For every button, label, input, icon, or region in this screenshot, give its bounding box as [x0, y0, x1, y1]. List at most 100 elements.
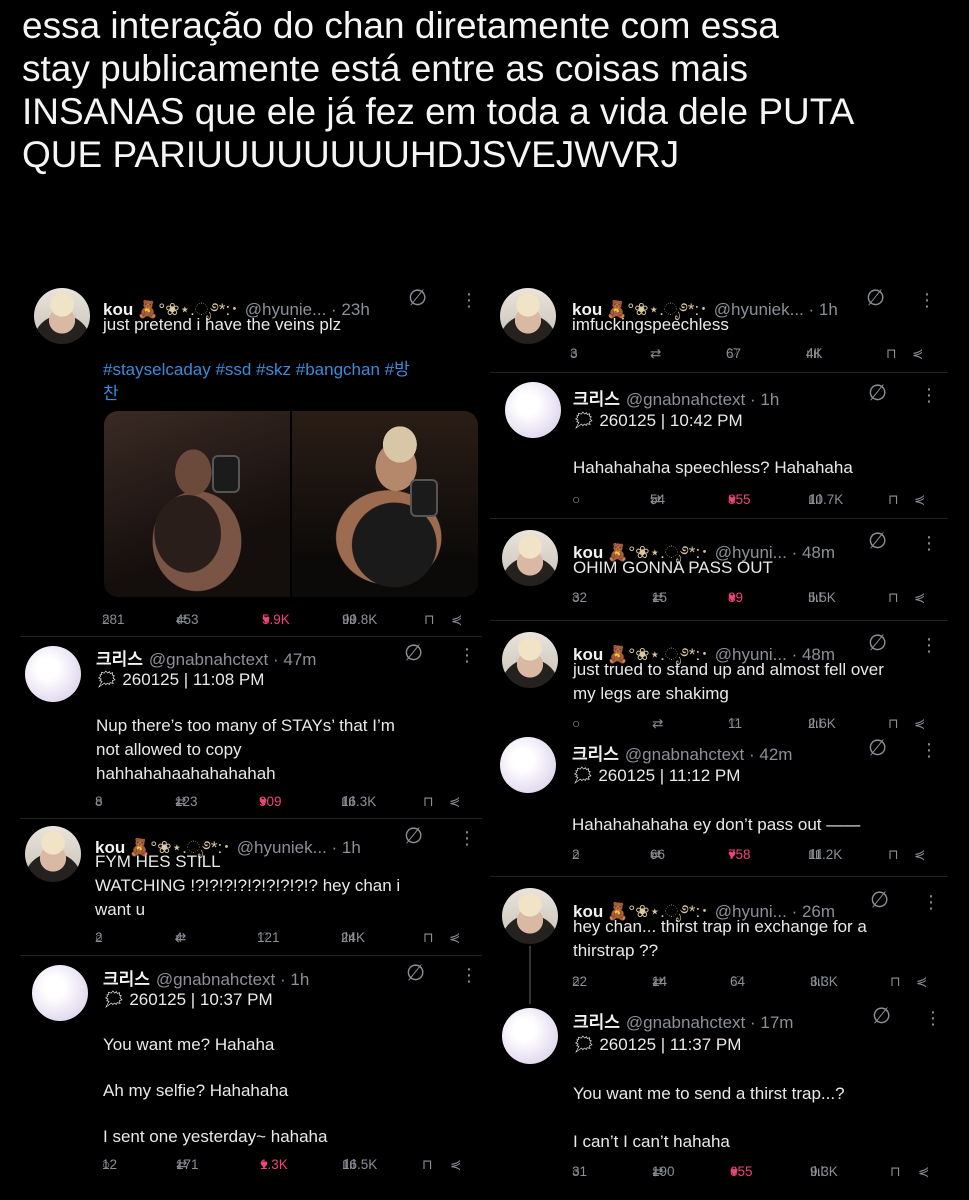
tweet-header: 크리스 @gnabnahctext · 17m	[573, 1008, 793, 1033]
bookmark-icon[interactable]: ⊓	[888, 847, 899, 863]
tweet-text-line: just trued to stand up and almost fell o…	[573, 660, 884, 679]
avatar[interactable]	[500, 737, 556, 793]
phone-shape	[410, 479, 438, 517]
retweet-icon[interactable]: ⇄	[652, 716, 663, 732]
more-icon[interactable]: ⋮	[460, 291, 478, 309]
more-icon[interactable]: ⋮	[920, 636, 938, 654]
speech-bubble-icon: 🗯	[103, 990, 125, 1009]
more-icon[interactable]: ⋮	[922, 893, 940, 911]
bookmark-icon[interactable]: ⊓	[424, 612, 435, 628]
no-follow-icon: ∅	[868, 735, 888, 760]
no-follow-icon: ∅	[866, 285, 886, 310]
reply-icon[interactable]: ○	[572, 716, 580, 731]
selfie-image-left[interactable]	[104, 411, 290, 597]
bookmark-icon[interactable]: ⊓	[890, 974, 901, 990]
more-icon[interactable]: ⋮	[918, 291, 936, 309]
share-icon[interactable]: ⋞	[451, 612, 462, 628]
tweet-date: 🗯 260125 | 11:12 PM	[572, 766, 741, 785]
timestamp[interactable]: · 48m	[792, 543, 835, 562]
no-follow-icon: ∅	[404, 823, 424, 848]
tweet-header: 크리스 @gnabnahctext · 42m	[572, 740, 792, 765]
tweet-header: 크리스 @gnabnahctext · 47m	[96, 645, 316, 670]
avatar[interactable]	[25, 826, 81, 882]
avatar[interactable]	[502, 530, 558, 586]
handle[interactable]: @gnabnahctext · 47m	[149, 650, 317, 669]
tweet-text-line: thirstrap ??	[573, 941, 659, 960]
handle[interactable]: @gnabnahctext · 42m	[625, 745, 793, 764]
action-bar: ○ ⇄ 54 ♥ 855 ılıl 10.7K ⊓ ⋞	[572, 492, 926, 508]
bookmark-icon[interactable]: ⊓	[890, 1164, 901, 1180]
tweet-text-line: Ah my selfie? Hahahaha	[103, 1081, 289, 1100]
hashtag-line[interactable]: 찬	[103, 382, 410, 406]
share-icon[interactable]: ⋞	[914, 590, 925, 606]
avatar[interactable]	[505, 382, 561, 438]
display-name[interactable]: 크리스	[103, 970, 150, 989]
handle[interactable]: @gnabnahctext · 1h	[626, 390, 779, 409]
share-icon[interactable]: ⋞	[449, 930, 460, 946]
bookmark-icon[interactable]: ⊓	[888, 492, 899, 508]
tweet-text-line: hey chan... thirst trap in exchange for …	[573, 917, 867, 936]
hashtags[interactable]: #stayselcaday #ssd #skz #bangchan #방 찬	[103, 358, 410, 406]
action-bar: ○ ⇄ ♡ 11 ılıl 2.6K ⊓ ⋞	[572, 716, 926, 732]
more-icon[interactable]: ⋮	[460, 966, 478, 984]
tweet-text-line: Hahahahaha speechless? Hahahaha	[573, 458, 853, 477]
selfie-image-right[interactable]	[292, 411, 478, 597]
more-icon[interactable]: ⋮	[458, 646, 476, 664]
bookmark-icon[interactable]: ⊓	[888, 590, 899, 606]
share-icon[interactable]: ⋞	[918, 1164, 929, 1180]
avatar[interactable]	[500, 288, 556, 344]
action-bar: ○ 3 ⇄ ♡ 67 ılıl 4K ⊓ ⋞	[570, 346, 924, 362]
speech-bubble-icon: 🗯	[573, 411, 595, 430]
tweet-header: 크리스 @gnabnahctext · 1h	[103, 965, 309, 990]
action-bar: ○ 12 ⇄ 171 ♥ 1.3K ılıl 16.5K ⊓ ⋞	[102, 1157, 462, 1173]
hashtag-line[interactable]: #stayselcaday #ssd #skz #bangchan #방	[103, 358, 410, 382]
display-name[interactable]: 크리스	[573, 390, 620, 409]
bookmark-icon[interactable]: ⊓	[886, 346, 897, 362]
share-icon[interactable]: ⋞	[912, 346, 923, 362]
avatar[interactable]	[34, 288, 90, 344]
bookmark-icon[interactable]: ⊓	[422, 1157, 433, 1173]
display-name[interactable]: 크리스	[572, 745, 619, 764]
tweet-text-line: hahhahahaahahahahah	[96, 764, 276, 783]
share-icon[interactable]: ⋞	[449, 794, 460, 810]
handle[interactable]: @gnabnahctext · 1h	[156, 970, 309, 989]
more-icon[interactable]: ⋮	[920, 534, 938, 552]
avatar[interactable]	[502, 1008, 558, 1064]
timestamp[interactable]: · 1h	[809, 300, 838, 319]
share-icon[interactable]: ⋞	[916, 974, 927, 990]
share-icon[interactable]: ⋞	[914, 847, 925, 863]
reply-icon[interactable]: ○	[572, 492, 580, 507]
action-bar: ○ 2 ⇄ 66 ♥ 758 ılıl 11.2K ⊓ ⋞	[572, 847, 926, 863]
bookmark-icon[interactable]: ⊓	[888, 716, 899, 732]
more-icon[interactable]: ⋮	[458, 829, 476, 847]
share-icon[interactable]: ⋞	[914, 716, 925, 732]
avatar[interactable]	[502, 632, 558, 688]
no-follow-icon: ∅	[408, 285, 428, 310]
more-icon[interactable]: ⋮	[924, 1009, 942, 1027]
display-name[interactable]: 크리스	[573, 1013, 620, 1032]
more-icon[interactable]: ⋮	[920, 386, 938, 404]
avatar[interactable]	[502, 888, 558, 944]
display-name[interactable]: 크리스	[96, 650, 143, 669]
divider	[20, 818, 482, 819]
action-bar: ○ 2 ⇄ 4 ♡ 121 ılıl 24K ⊓ ⋞	[95, 930, 461, 946]
tweet-date: 🗯 260125 | 10:42 PM	[573, 411, 743, 430]
action-bar: ○ 8 ⇄ 123 ♥ 909 ılıl 16.3K ⊓ ⋞	[95, 794, 461, 810]
no-follow-icon: ∅	[868, 630, 888, 655]
tweet-media[interactable]	[104, 411, 478, 597]
more-icon[interactable]: ⋮	[920, 741, 938, 759]
share-icon[interactable]: ⋞	[914, 492, 925, 508]
no-follow-icon: ∅	[868, 528, 888, 553]
bookmark-icon[interactable]: ⊓	[423, 794, 434, 810]
handle[interactable]: @gnabnahctext · 17m	[626, 1013, 794, 1032]
bookmark-icon[interactable]: ⊓	[423, 930, 434, 946]
tweet-text-line: imfuckingspeechless	[572, 315, 729, 334]
avatar[interactable]	[32, 965, 88, 1021]
action-bar: ○ 31 ⇄ 190 ♥ 655 ılıl 9.3K ⊓ ⋞	[572, 1164, 930, 1180]
share-icon[interactable]: ⋞	[450, 1157, 461, 1173]
retweet-icon: ⇄	[650, 346, 662, 361]
avatar[interactable]	[25, 646, 81, 702]
tweet-text: just pretend i have the veins plz	[103, 313, 341, 337]
divider	[490, 620, 948, 621]
tweet-text-line: FYM HES STILL	[95, 852, 221, 871]
